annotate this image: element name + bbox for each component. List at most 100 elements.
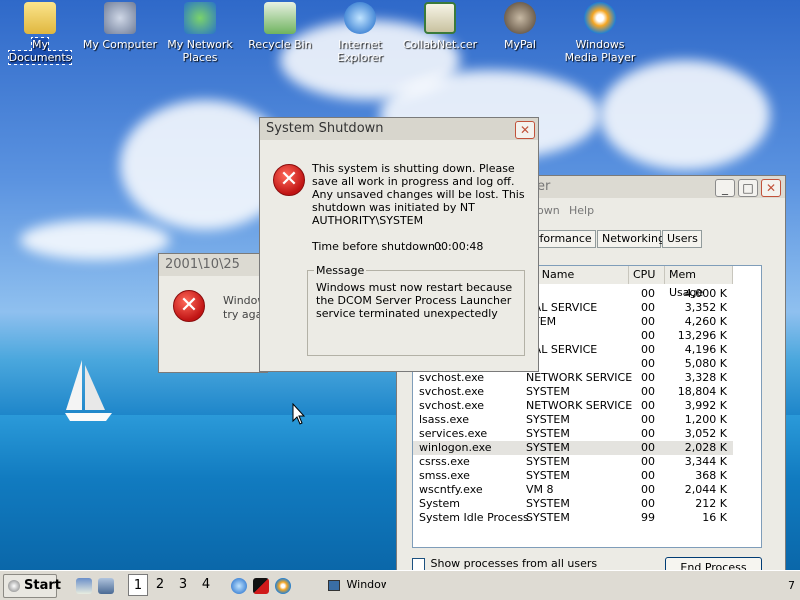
column-header-mem[interactable]: Mem Usage — [665, 266, 733, 299]
process-mem-usage: 3,344 K — [684, 455, 727, 468]
tray-clock: 7 — [788, 579, 795, 592]
workspace-2[interactable]: 2 — [150, 574, 170, 596]
shutdown-message: This system is shutting down. Please sav… — [312, 162, 525, 227]
desktop-icon-label: Recycle Bin — [248, 38, 312, 51]
process-user-name: SYSTEM — [526, 385, 570, 398]
desktop-icon-label: Internet Explorer — [337, 38, 383, 64]
cloud — [20, 220, 170, 260]
table-row[interactable]: wscntfy.exe VM 8 00 2,044 K — [413, 483, 733, 497]
window-title-text: er — [537, 179, 551, 194]
recycle-bin-icon — [264, 2, 296, 34]
workspace-1[interactable]: 1 — [128, 574, 148, 596]
show-all-processes-checkbox[interactable] — [412, 557, 425, 571]
table-row[interactable]: svchost.exe NETWORK SERVICE 00 3,992 K — [413, 399, 733, 413]
table-row[interactable]: svchost.exe NETWORK SERVICE 00 3,328 K — [413, 371, 733, 385]
internet-explorer-icon — [344, 2, 376, 34]
desktop-icon-windows-media-player[interactable]: Windows Media Player — [558, 2, 642, 64]
process-image-name: svchost.exe — [419, 399, 485, 412]
table-row[interactable]: lsass.exe SYSTEM 00 1,200 K — [413, 413, 733, 427]
sailboat-image — [65, 360, 112, 421]
table-row[interactable]: smss.exe SYSTEM 00 368 K — [413, 469, 733, 483]
process-user-name: NETWORK SERVICE — [526, 371, 633, 384]
process-cpu: 00 — [641, 441, 655, 454]
desktop-icon-my-network-places[interactable]: My Network Places — [160, 2, 240, 64]
message-group: Message Windows must now restart because… — [307, 264, 525, 356]
taskbar: Start 1 2 3 4 Window 7 — [0, 570, 800, 600]
background-dialog[interactable]: 2001\10\25 ✕ Window try agai — [158, 253, 268, 373]
menu-item-shutdown[interactable]: own — [537, 204, 560, 217]
process-mem-usage: 212 K — [695, 497, 727, 510]
desktop-icon-my-computer[interactable]: My Computer — [80, 2, 160, 51]
process-mem-usage: 1,200 K — [684, 413, 727, 426]
system-shutdown-dialog[interactable]: System Shutdown ✕ ✕ This system is shutt… — [259, 117, 539, 372]
table-row[interactable]: System Idle Process SYSTEM 99 16 K — [413, 511, 733, 525]
folder-icon — [24, 2, 56, 34]
desktop-icon-label: My Documents — [7, 37, 73, 65]
menu-item-help[interactable]: Help — [569, 204, 594, 217]
start-icon — [8, 580, 20, 592]
start-label: Start — [24, 578, 61, 593]
tab-networking[interactable]: Networking — [597, 230, 665, 248]
desktop-icon-recycle-bin[interactable]: Recycle Bin — [240, 2, 320, 51]
table-row[interactable]: winlogon.exe SYSTEM 00 2,028 K — [413, 441, 733, 455]
process-image-name: csrss.exe — [419, 455, 470, 468]
desktop-icon-mypal[interactable]: MyPal — [480, 2, 560, 51]
show-all-processes-option[interactable]: Show processes from all users — [412, 557, 597, 571]
internet-explorer-icon[interactable] — [231, 578, 247, 594]
desktop-icon-label: MyPal — [504, 38, 536, 51]
process-user-name: SYSTEM — [526, 511, 570, 524]
process-cpu: 00 — [641, 483, 655, 496]
process-image-name: svchost.exe — [419, 371, 485, 384]
media-player-icon[interactable] — [275, 578, 291, 594]
close-button[interactable]: ✕ — [515, 121, 535, 139]
error-icon: ✕ — [273, 164, 305, 196]
process-image-name: System — [419, 497, 461, 510]
process-cpu: 00 — [641, 385, 655, 398]
process-image-name: services.exe — [419, 427, 488, 440]
tab-performance[interactable]: rformance — [530, 230, 596, 248]
process-mem-usage: 5,080 K — [684, 357, 727, 370]
minimize-button[interactable]: _ — [715, 179, 735, 197]
taskbar-window-label: Window — [346, 578, 387, 591]
desktop-icon-collabnet-cer[interactable]: CollabNet.cer — [400, 2, 480, 51]
process-cpu: 00 — [641, 427, 655, 440]
scrollbar[interactable] — [733, 266, 761, 547]
desktop-icon-label: My Network Places — [167, 38, 233, 64]
close-button[interactable]: ✕ — [761, 179, 781, 197]
process-mem-usage: 18,804 K — [677, 385, 727, 398]
process-user-name: SYSTEM — [526, 413, 570, 426]
table-row[interactable]: csrss.exe SYSTEM 00 3,344 K — [413, 455, 733, 469]
workspace-4[interactable]: 4 — [196, 574, 216, 596]
time-before-shutdown-label: Time before shutdown : — [312, 240, 443, 253]
show-all-processes-label: Show processes from all users — [430, 557, 598, 570]
screenshot-icon[interactable] — [98, 578, 114, 594]
process-image-name: svchost.exe — [419, 385, 485, 398]
process-image-name: System Idle Process — [419, 511, 529, 524]
process-image-name: wscntfy.exe — [419, 483, 483, 496]
process-mem-usage: 3,352 K — [684, 301, 727, 314]
column-header-cpu[interactable]: CPU — [629, 266, 665, 284]
desktop-icon-internet-explorer[interactable]: Internet Explorer — [320, 2, 400, 64]
process-mem-usage: 368 K — [695, 469, 727, 482]
workspace-3[interactable]: 3 — [173, 574, 193, 596]
application-icon[interactable] — [253, 578, 269, 594]
process-user-name: SYSTEM — [526, 441, 570, 454]
table-row[interactable]: svchost.exe SYSTEM 00 18,804 K — [413, 385, 733, 399]
process-cpu: 00 — [641, 343, 655, 356]
desktop-icon-my-documents[interactable]: My Documents — [0, 2, 80, 65]
process-mem-usage: 3,992 K — [684, 399, 727, 412]
table-row[interactable]: services.exe SYSTEM 00 3,052 K — [413, 427, 733, 441]
maximize-button[interactable]: □ — [738, 179, 758, 197]
process-mem-usage: 3,328 K — [684, 371, 727, 384]
desktop-icon-label: My Computer — [82, 38, 158, 51]
mouse-cursor — [292, 403, 306, 425]
process-user-name: NETWORK SERVICE — [526, 399, 633, 412]
show-desktop-icon[interactable] — [76, 578, 92, 594]
taskbar-window-button[interactable]: Window — [324, 574, 386, 598]
tab-users[interactable]: Users — [662, 230, 702, 248]
start-button[interactable]: Start — [3, 574, 61, 598]
raccoon-icon — [504, 2, 536, 34]
table-row[interactable]: System SYSTEM 00 212 K — [413, 497, 733, 511]
process-user-name: SYSTEM — [526, 469, 570, 482]
process-cpu: 99 — [641, 511, 655, 524]
